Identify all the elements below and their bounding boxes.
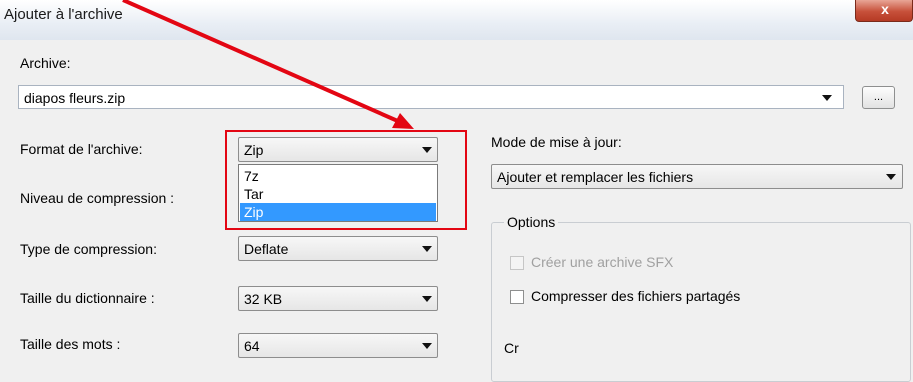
archive-path-value: diapos fleurs.zip: [24, 90, 126, 106]
compression-type-label: Type de compression:: [20, 241, 157, 257]
create-sfx-label: Créer une archive SFX: [531, 254, 674, 270]
chevron-down-icon: [422, 296, 432, 302]
annotation-highlight-box: [225, 130, 467, 230]
annotation-arrowhead: [392, 113, 414, 129]
word-size-label: Taille des mots :: [20, 336, 121, 352]
next-group-label: Cr: [504, 340, 519, 356]
dictionary-size-select[interactable]: 32 KB: [238, 286, 438, 311]
close-icon: x: [881, 1, 889, 17]
compression-type-select[interactable]: Deflate: [238, 236, 438, 261]
chevron-down-icon: [422, 246, 432, 252]
chevron-down-icon[interactable]: [822, 95, 832, 101]
word-size-select[interactable]: 64: [238, 333, 438, 358]
format-label: Format de l'archive:: [20, 141, 143, 157]
chevron-down-icon: [422, 343, 432, 349]
title-bar: [0, 0, 913, 40]
compress-shared-label: Compresser des fichiers partagés: [531, 288, 741, 304]
create-sfx-checkbox[interactable]: [510, 256, 524, 270]
compression-type-value: Deflate: [244, 241, 289, 257]
archive-label-text: Archive:: [20, 55, 71, 71]
update-mode-value: Ajouter et remplacer les fichiers: [497, 169, 694, 185]
browse-button-label: ...: [873, 91, 884, 103]
options-group-label: Options: [504, 214, 559, 230]
chevron-down-icon: [886, 174, 896, 180]
dictionary-size-value: 32 KB: [244, 291, 283, 307]
update-mode-label: Mode de mise à jour:: [491, 134, 622, 150]
compress-shared-checkbox[interactable]: [510, 290, 524, 304]
archive-path-combo[interactable]: diapos fleurs.zip: [18, 85, 844, 109]
close-button[interactable]: x: [855, 0, 913, 22]
compression-level-label: Niveau de compression :: [20, 190, 175, 206]
dictionary-size-label: Taille du dictionnaire :: [20, 290, 155, 306]
browse-button[interactable]: ...: [862, 86, 895, 109]
archive-label: Archive:: [20, 55, 71, 71]
update-mode-select[interactable]: Ajouter et remplacer les fichiers: [491, 164, 903, 189]
window-title: Ajouter à l'archive: [4, 6, 123, 23]
